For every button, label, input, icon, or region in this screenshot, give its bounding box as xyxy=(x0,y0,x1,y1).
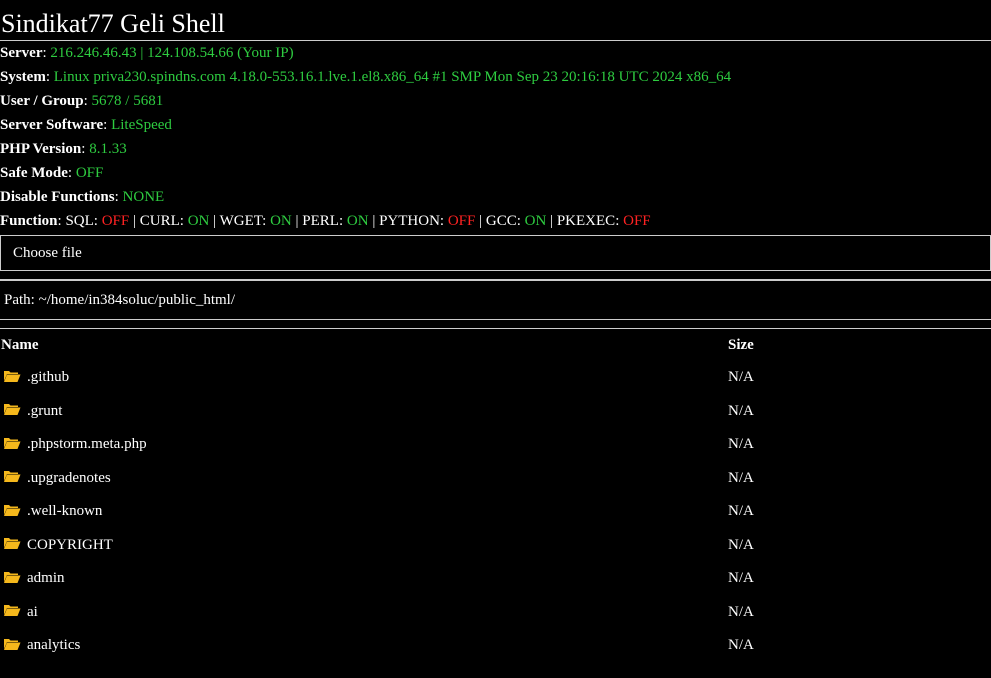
file-size-cell: N/A xyxy=(728,536,754,553)
file-name-cell: analytics xyxy=(0,629,727,663)
function-pkexec-name: PKEXEC xyxy=(556,213,616,229)
function-row: Function: SQL: OFF | CURL: ON | WGET: ON… xyxy=(0,213,651,229)
folder-icon xyxy=(3,369,21,383)
safe-mode-label: Safe Mode xyxy=(0,165,68,181)
file-size-cell: N/A xyxy=(728,570,754,587)
file-name-cell: .upgradenotes xyxy=(0,462,727,496)
user-group-value: 5678 / 5681 xyxy=(91,93,164,109)
function-perl-name: PERL xyxy=(302,213,339,229)
folder-icon xyxy=(3,402,21,416)
table-row: .upgradenotes N/A xyxy=(0,462,991,496)
safe-mode-value: OFF xyxy=(75,165,104,181)
file-size-cell: N/A xyxy=(728,436,754,453)
function-pkexec-status: OFF xyxy=(623,213,651,229)
server-info: Server: 216.246.46.43 | 124.108.54.66 (Y… xyxy=(0,41,991,233)
user-group-label: User / Group xyxy=(0,93,84,109)
folder-link[interactable]: .upgradenotes xyxy=(27,470,111,486)
function-curl-status: ON xyxy=(187,213,210,229)
function-python-status: OFF xyxy=(447,213,476,229)
file-name-cell: .github xyxy=(0,361,727,395)
table-header-row: Name Size xyxy=(0,329,991,361)
server-software-label: Server Software xyxy=(0,117,104,133)
user-group-row: User / Group: 5678 / 5681 xyxy=(0,93,164,109)
folder-link[interactable]: .phpstorm.meta.php xyxy=(27,436,147,452)
disable-functions-row: Disable Functions: NONE xyxy=(0,189,165,205)
table-row: .phpstorm.meta.php N/A xyxy=(0,428,991,462)
function-gcc-status: ON xyxy=(524,213,547,229)
folder-icon xyxy=(3,536,21,550)
folder-link[interactable]: analytics xyxy=(27,637,80,653)
table-row: .well-known N/A xyxy=(0,495,991,529)
disable-functions-value: NONE xyxy=(122,189,165,205)
function-perl-status: ON xyxy=(346,213,369,229)
file-table: Name Size .github N/A .grunt N/A .phpstorm.m… xyxy=(0,329,991,663)
file-size-cell: N/A xyxy=(728,603,754,620)
file-size-cell: N/A xyxy=(728,503,754,520)
folder-icon xyxy=(3,436,21,450)
folder-icon xyxy=(3,570,21,584)
file-size-cell: N/A xyxy=(728,402,754,419)
file-name-cell: admin xyxy=(0,562,727,596)
table-row: .grunt N/A xyxy=(0,395,991,429)
function-sql-status: OFF xyxy=(101,213,130,229)
page-title: Sindikat77 Geli Shell xyxy=(1,9,225,38)
folder-link[interactable]: .grunt xyxy=(27,403,62,419)
file-name-cell: .grunt xyxy=(0,395,727,429)
folder-icon xyxy=(3,469,21,483)
php-version-value: 8.1.33 xyxy=(89,141,127,157)
path-bar: Path: ~/home/in384soluc/public_html/ xyxy=(0,280,991,320)
folder-link[interactable]: .github xyxy=(27,369,69,385)
server-row: Server: 216.246.46.43 | 124.108.54.66 (Y… xyxy=(0,45,294,61)
function-curl-name: CURL xyxy=(139,213,180,229)
file-size-cell: N/A xyxy=(728,469,754,486)
function-gcc-name: GCC xyxy=(485,213,517,229)
folder-icon xyxy=(3,603,21,617)
choose-file-button[interactable]: Choose file xyxy=(13,245,82,262)
file-name-cell: ai xyxy=(0,596,727,630)
function-label: Function xyxy=(0,213,58,229)
php-version-label: PHP Version xyxy=(0,141,82,157)
function-wget-name: WGET xyxy=(219,213,263,229)
function-sql-name: SQL xyxy=(65,213,94,229)
file-name-cell: .well-known xyxy=(0,495,727,529)
table-row: admin N/A xyxy=(0,562,991,596)
function-wget-status: ON xyxy=(270,213,292,229)
file-list: .github N/A .grunt N/A .phpstorm.meta.php N/A… xyxy=(0,361,991,663)
upload-form: Choose file xyxy=(0,235,991,271)
disable-functions-label: Disable Functions xyxy=(0,189,115,205)
table-row: analytics N/A xyxy=(0,629,991,663)
system-label: System xyxy=(0,69,46,85)
table-row: .github N/A xyxy=(0,361,991,395)
function-python-name: PYTHON xyxy=(379,213,440,229)
server-software-value: LiteSpeed xyxy=(111,117,172,133)
file-name-cell: COPYRIGHT xyxy=(0,529,727,563)
server-label: Server xyxy=(0,45,43,61)
system-row: System: Linux priva230.spindns.com 4.18.… xyxy=(0,69,732,85)
column-header-size[interactable]: Size xyxy=(727,329,991,361)
folder-link[interactable]: ai xyxy=(27,604,38,620)
file-size-cell: N/A xyxy=(728,637,754,654)
column-header-name[interactable]: Name xyxy=(0,329,727,361)
folder-link[interactable]: COPYRIGHT xyxy=(27,537,113,553)
folder-link[interactable]: .well-known xyxy=(27,503,102,519)
current-path: Path: ~/home/in384soluc/public_html/ xyxy=(4,291,236,308)
php-version-row: PHP Version: 8.1.33 xyxy=(0,141,127,157)
table-row: COPYRIGHT N/A xyxy=(0,529,991,563)
file-size-cell: N/A xyxy=(728,369,754,386)
folder-icon xyxy=(3,637,21,651)
server-software-row: Server Software: LiteSpeed xyxy=(0,117,172,133)
folder-icon xyxy=(3,503,21,517)
server-value: 216.246.46.43 | 124.108.54.66 (Your IP) xyxy=(50,45,294,61)
file-name-cell: .phpstorm.meta.php xyxy=(0,428,727,462)
system-value: Linux priva230.spindns.com 4.18.0-553.16… xyxy=(53,69,732,85)
safe-mode-row: Safe Mode: OFF xyxy=(0,165,104,181)
folder-link[interactable]: admin xyxy=(27,570,65,586)
table-row: ai N/A xyxy=(0,596,991,630)
